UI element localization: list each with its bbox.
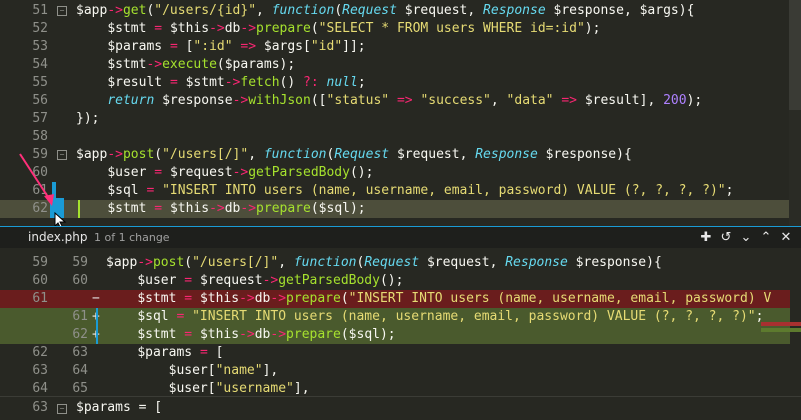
code-text: $stmt = $this->db->prepare($sql); <box>107 201 366 216</box>
modified-line-number: 60 <box>72 273 88 288</box>
editor-line[interactable]: 54 $stmt->execute($params); <box>0 56 790 74</box>
revert-change-icon[interactable]: ↺ <box>718 229 734 247</box>
line-number: 58 <box>32 129 48 144</box>
fold-toggle-icon[interactable]: − <box>57 404 67 414</box>
diff-line-ctx[interactable]: 60 60 $user = $request->getParsedBody(); <box>0 272 790 290</box>
diff-line-add[interactable]: 62+ $stmt = $this->db->prepare($sql); <box>0 326 790 344</box>
inline-diff-toolbar: index.php 1 of 1 change ✚ ↺ ⌄ ⌃ ✕ <box>0 226 801 249</box>
editor-line[interactable]: 60 $user = $request->getParsedBody(); <box>0 164 790 182</box>
diff-overview-ruler[interactable] <box>755 248 801 396</box>
editor-line[interactable]: 52 $stmt = $this->db->prepare("SELECT * … <box>0 20 790 38</box>
original-line-number: 62 <box>32 345 48 360</box>
line-number: 56 <box>32 93 48 108</box>
ruler-added-mark <box>761 328 801 332</box>
added-gutter-bar <box>96 308 98 326</box>
diff-line-ctx[interactable]: 62 63 $params = [ <box>0 344 790 362</box>
line-number: 55 <box>32 75 48 90</box>
line-number: 53 <box>32 39 48 54</box>
code-text: $user = $request->getParsedBody(); <box>137 273 404 288</box>
line-number: 63 <box>32 400 48 415</box>
diff-file-name: index.php <box>28 230 88 244</box>
modified-line-number: 61 <box>72 309 88 324</box>
editor-line[interactable]: 62 $stmt = $this->db->prepare($sql); <box>0 200 790 218</box>
code-text: $app->get("/users/{id}", function(Reques… <box>76 3 695 18</box>
editor-line[interactable]: 58 <box>0 128 790 146</box>
editor-line[interactable]: 51− $app->get("/users/{id}", function(Req… <box>0 2 790 20</box>
line-number: 54 <box>32 57 48 72</box>
editor-pane[interactable]: 51− $app->get("/users/{id}", function(Req… <box>0 0 801 226</box>
previous-change-chevron-up-icon[interactable]: ⌃ <box>758 229 774 247</box>
modified-line-number: 62 <box>72 327 88 342</box>
editor-line[interactable]: 57}); <box>0 110 790 128</box>
original-line-number: 59 <box>32 255 48 270</box>
editor-line[interactable]: 56 return $response->withJson(["status" … <box>0 92 790 110</box>
code-text: $stmt = $this->db->prepare("INSERT INTO … <box>137 291 772 306</box>
code-text: $params = [":id" => $args["id"]]; <box>107 39 366 54</box>
editor-line[interactable]: 59− $app->post("/users[/]", function(Requ… <box>0 146 790 164</box>
mouse-cursor-icon <box>54 212 67 226</box>
code-text: $user = $request->getParsedBody(); <box>107 165 374 180</box>
line-number: 51 <box>32 3 48 18</box>
removed-marker: − <box>92 291 100 306</box>
inline-diff-view[interactable]: 59 59 $app->post("/users[/]", function(Req… <box>0 248 801 396</box>
line-number: 57 <box>32 111 48 126</box>
code-text: $stmt->execute($params); <box>107 57 296 72</box>
line-indicator <box>78 200 80 218</box>
next-change-chevron-down-icon[interactable]: ⌄ <box>738 229 754 247</box>
diff-line-ctx[interactable]: 63 64 $user["name"], <box>0 362 790 380</box>
diff-line-add[interactable]: 61+ $sql = "INSERT INTO users (name, use… <box>0 308 790 326</box>
code-text: }); <box>76 111 100 126</box>
original-line-number: 63 <box>32 363 48 378</box>
code-text: $app->post("/users[/]", function(Request… <box>76 147 632 162</box>
line-number: 52 <box>32 21 48 36</box>
editor-line[interactable]: 55 $result = $stmt->fetch() ?: null; <box>0 74 790 92</box>
editor-line[interactable]: 53 $params = [":id" => $args["id"]]; <box>0 38 790 56</box>
added-gutter-bar <box>96 326 98 344</box>
ruler-deleted-mark <box>761 322 801 326</box>
original-line-number: 60 <box>32 273 48 288</box>
editor-scrollbar[interactable] <box>789 0 801 226</box>
diff-line-ctx[interactable]: 64 65 $user["username"], <box>0 380 790 396</box>
editor-line[interactable]: 61 $sql = "INSERT INTO users (name, user… <box>0 182 790 200</box>
diff-line-del[interactable]: 61 − $stmt = $this->db->prepare("INSERT I… <box>0 290 790 308</box>
editor-continuation[interactable]: 63 − $params = [ <box>0 396 801 420</box>
code-text: $user["name"], <box>168 363 279 378</box>
fold-toggle-icon[interactable]: − <box>57 6 67 16</box>
stage-change-plus-icon[interactable]: ✚ <box>698 229 714 247</box>
original-line-number: 61 <box>32 291 48 306</box>
code-text: $params = [ <box>137 345 224 360</box>
code-text: $params = [ <box>76 400 163 415</box>
modified-line-number: 59 <box>72 255 88 270</box>
original-line-number: 64 <box>32 381 48 396</box>
scroll-thumb[interactable] <box>789 0 801 110</box>
modified-line-number: 65 <box>72 381 88 396</box>
code-text: $stmt = $this->db->prepare($sql); <box>137 327 396 342</box>
code-text: $user["username"], <box>168 381 310 396</box>
code-text: $result = $stmt->fetch() ?: null; <box>107 75 366 90</box>
modified-line-number: 63 <box>72 345 88 360</box>
code-text: return $response->withJson(["status" => … <box>107 93 703 108</box>
code-text: $stmt = $this->db->prepare("SELECT * FRO… <box>107 21 601 36</box>
diff-change-count: 1 of 1 change <box>94 231 170 244</box>
code-text: $app->post("/users[/]", function(Request… <box>106 255 662 270</box>
diff-line-ctx[interactable]: 59 59 $app->post("/users[/]", function(Req… <box>0 254 790 272</box>
code-text: $sql = "INSERT INTO users (name, usernam… <box>107 183 734 198</box>
code-text: $sql = "INSERT INTO users (name, usernam… <box>137 309 764 324</box>
modified-line-number: 64 <box>72 363 88 378</box>
close-diff-icon[interactable]: ✕ <box>778 229 794 247</box>
